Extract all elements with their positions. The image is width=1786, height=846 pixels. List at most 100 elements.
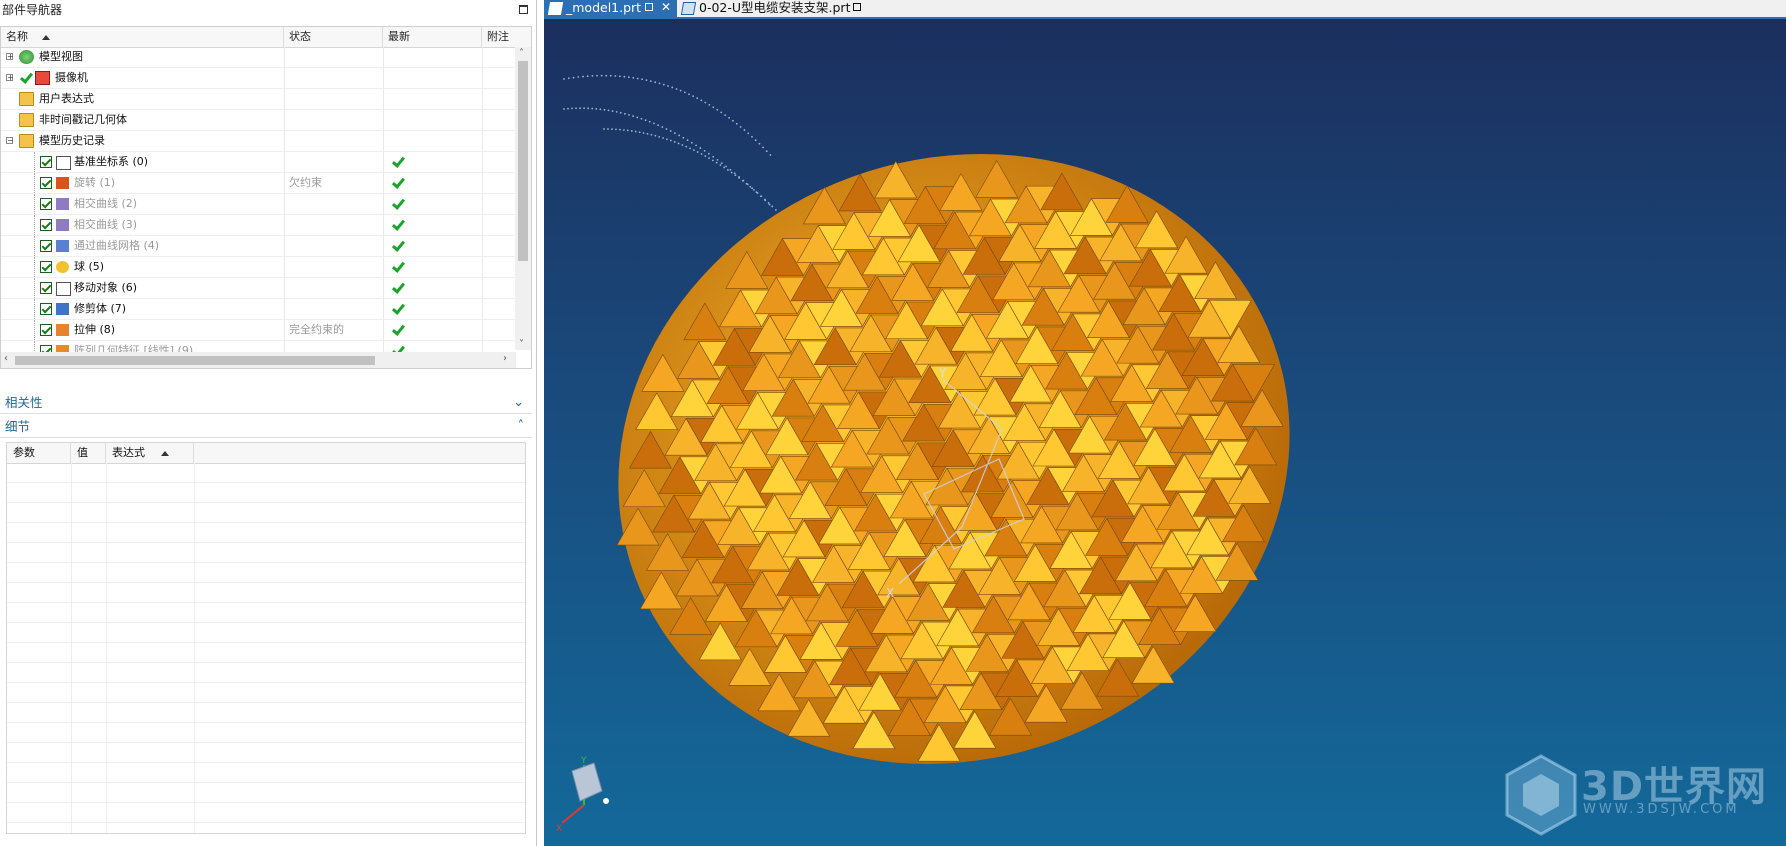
part-navigator-panel: 部件导航器 名称 状态 最新 附注 + 模型视图 + 摄像机 用户表达式 非时间戳记几何体… <box>0 0 537 846</box>
tree-row-label: 球 (5) <box>74 260 105 273</box>
maximize-icon[interactable] <box>519 5 528 14</box>
feature-checkbox[interactable] <box>40 324 52 336</box>
sort-ascending-icon <box>42 34 50 40</box>
details-row <box>7 703 525 723</box>
scroll-up-icon[interactable]: ˄ <box>519 48 524 59</box>
tree-row-label: 拉伸 (8) <box>74 323 116 336</box>
tree-horizontal-scrollbar[interactable]: ‹ › <box>1 352 516 368</box>
tree-row[interactable]: 旋转 (1) 欠约束 <box>1 173 516 194</box>
tree-rows: + 模型视图 + 摄像机用户表达式非时间戳记几何体 − 模型历史记录基准坐标系 (0) 旋转… <box>1 47 516 368</box>
tree-row-label: 用户表达式 <box>39 92 94 105</box>
watermark-url: WWW.3DSJW.COM <box>1583 802 1740 817</box>
external-link-icon[interactable] <box>853 3 861 11</box>
tree-row-label: 移动对象 (6) <box>74 281 138 294</box>
scroll-down-icon[interactable]: ˅ <box>519 339 524 350</box>
collapse-icon[interactable]: − <box>6 137 14 145</box>
tree-header: 名称 状态 最新 附注 <box>1 27 531 48</box>
intersection-curve-icon <box>56 219 69 231</box>
tree-row[interactable]: + 模型视图 <box>1 47 516 68</box>
column-header-value[interactable]: 值 <box>71 443 106 463</box>
tree-vertical-scrollbar[interactable]: ˄ ˅ <box>515 47 531 350</box>
details-section-header[interactable]: 细节 ˄ <box>0 416 532 438</box>
tree-row-label: 修剪体 (7) <box>74 302 127 315</box>
part-file-icon <box>680 2 697 15</box>
tree-row[interactable]: 球 (5) <box>1 257 516 278</box>
column-header-parameter[interactable]: 参数 <box>7 443 71 463</box>
column-header-status[interactable]: 状态 <box>284 27 383 47</box>
tab-u-bracket[interactable]: 0-02-U型电缆安装支架.prt <box>677 0 867 17</box>
triad-x-label: X <box>556 824 562 834</box>
tree-row[interactable]: 基准坐标系 (0) <box>1 152 516 173</box>
details-row <box>7 803 525 823</box>
feature-checkbox[interactable] <box>40 303 52 315</box>
datum-csys-icon <box>56 156 71 170</box>
intersection-curve-icon <box>56 198 69 210</box>
tree-row[interactable]: + 摄像机 <box>1 68 516 89</box>
revolve-icon <box>56 177 69 189</box>
feature-checkbox[interactable] <box>40 177 52 189</box>
tree-row-label: 相交曲线 (3) <box>74 218 138 231</box>
sphere-icon <box>56 261 69 273</box>
tree-row[interactable]: 非时间戳记几何体 <box>1 110 516 131</box>
3d-viewport[interactable]: Y X Y X 3D世界网 WWW.3DSJW.COM <box>544 19 1786 846</box>
tree-row[interactable]: 通过曲线网格 (4) <box>1 236 516 257</box>
spiky-sphere-model[interactable]: Y X Y X <box>544 19 1786 846</box>
tree-row-label: 通过曲线网格 (4) <box>74 239 160 252</box>
dependencies-section-header[interactable]: 相关性 ⌄ <box>0 392 532 414</box>
tab-model1[interactable]: _model1.prt ✕ <box>544 0 677 17</box>
feature-checkbox[interactable] <box>40 240 52 252</box>
chevron-up-icon[interactable]: ˄ <box>518 416 525 438</box>
feature-checkbox[interactable] <box>40 156 52 168</box>
expand-icon[interactable]: + <box>6 53 14 61</box>
graphics-window: _model1.prt ✕ 0-02-U型电缆安装支架.prt Y X Y X … <box>544 0 1786 846</box>
view-triad-icon[interactable] <box>561 762 609 824</box>
visible-check-icon[interactable] <box>19 71 33 85</box>
sort-ascending-icon <box>161 450 169 456</box>
triad-y-label: Y <box>580 756 587 766</box>
folder-open-icon <box>19 134 34 148</box>
part-file-icon <box>547 2 564 15</box>
tree-row-label: 非时间戳记几何体 <box>39 113 127 126</box>
expand-icon[interactable]: + <box>6 74 14 82</box>
tree-row[interactable]: 相交曲线 (2) <box>1 194 516 215</box>
column-header-latest[interactable]: 最新 <box>383 27 482 47</box>
scroll-left-icon[interactable]: ‹ <box>4 353 8 364</box>
column-header-notes[interactable]: 附注 <box>482 27 531 47</box>
details-header: 参数 值 表达式 <box>7 443 525 464</box>
horizontal-scroll-thumb[interactable] <box>15 356 375 365</box>
3dsjw-logo-icon <box>1505 754 1577 836</box>
column-header-name[interactable]: 名称 <box>1 27 284 47</box>
tree-row[interactable]: 移动对象 (6) <box>1 278 516 299</box>
tree-row-label: 模型视图 <box>39 50 83 63</box>
csys-x-label: X <box>886 586 894 600</box>
feature-checkbox[interactable] <box>40 282 52 294</box>
tree-row[interactable]: 相交曲线 (3) <box>1 215 516 236</box>
external-link-icon[interactable] <box>645 3 653 11</box>
tree-row[interactable]: 拉伸 (8) 完全约束的 <box>1 320 516 341</box>
feature-checkbox[interactable] <box>40 198 52 210</box>
tree-row-label: 模型历史记录 <box>39 134 105 147</box>
details-row <box>7 823 525 833</box>
move-object-icon <box>56 282 71 296</box>
up-to-date-check-icon <box>391 239 405 253</box>
tree-row-label: 相交曲线 (2) <box>74 197 138 210</box>
vertical-scroll-thumb[interactable] <box>518 61 528 261</box>
details-row <box>7 503 525 523</box>
details-row <box>7 523 525 543</box>
close-icon[interactable]: ✕ <box>661 0 671 15</box>
feature-checkbox[interactable] <box>40 261 52 273</box>
tree-row-label: 摄像机 <box>55 71 88 84</box>
details-table: 参数 值 表达式 <box>6 442 526 834</box>
tree-row[interactable]: − 模型历史记录 <box>1 131 516 152</box>
column-header-expression[interactable]: 表达式 <box>106 443 194 463</box>
dotted-trace-curves <box>563 74 792 226</box>
up-to-date-check-icon <box>391 260 405 274</box>
tree-row[interactable]: 修剪体 (7) <box>1 299 516 320</box>
details-row <box>7 603 525 623</box>
tree-row[interactable]: 用户表达式 <box>1 89 516 110</box>
feature-checkbox[interactable] <box>40 219 52 231</box>
chevron-down-icon[interactable]: ⌄ <box>513 392 524 414</box>
tree-row-status: 完全约束的 <box>289 323 344 336</box>
scroll-right-icon[interactable]: › <box>503 353 507 364</box>
up-to-date-check-icon <box>391 281 405 295</box>
